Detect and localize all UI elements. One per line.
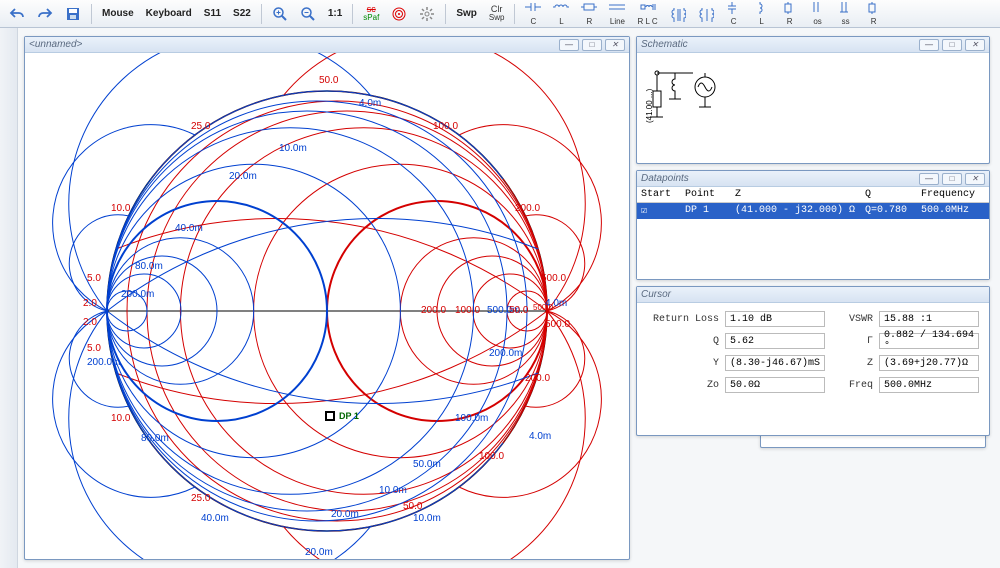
chart-title: <unnamed>: [29, 39, 82, 50]
close-icon[interactable]: ✕: [965, 173, 985, 185]
datapoints-header: Start Point Z Q Frequency: [637, 187, 989, 203]
save-button[interactable]: [60, 3, 86, 25]
freq-value[interactable]: 500.0MHz: [879, 377, 979, 393]
component-r-button[interactable]: R: [576, 3, 602, 25]
clr-swp-button[interactable]: ClrSwp: [484, 3, 510, 25]
main-toolbar: Mouse Keyboard S11 S22 1:1 scsPaf Swp Cl…: [0, 0, 1000, 28]
zoom-reset-button[interactable]: 1:1: [323, 3, 347, 25]
component-c-button[interactable]: C: [520, 3, 546, 25]
component-shunt-r3-button[interactable]: R: [861, 3, 887, 25]
zoom-out-button[interactable]: [295, 3, 321, 25]
minimize-icon[interactable]: —: [559, 39, 579, 51]
datapoint-start-checkbox[interactable]: ☑: [641, 205, 685, 217]
smith-chart-panel: <unnamed> — □ ✕: [24, 36, 630, 560]
z-label: Z: [831, 358, 873, 369]
component-line-button[interactable]: Line: [604, 3, 630, 25]
component-short-stub-button[interactable]: ss: [833, 3, 859, 25]
component-l-button[interactable]: L: [548, 3, 574, 25]
sc-spaf-button[interactable]: scsPaf: [358, 3, 384, 25]
zo-label: Zo: [647, 380, 719, 391]
datapoints-title: Datapoints: [641, 173, 689, 184]
close-icon[interactable]: ✕: [965, 39, 985, 51]
vswr-value[interactable]: 15.88 :1: [879, 311, 979, 327]
cursor-title: Cursor: [641, 289, 671, 300]
maximize-icon[interactable]: □: [942, 173, 962, 185]
gamma-label: Γ: [831, 336, 873, 347]
cursor-titlebar[interactable]: Cursor: [637, 287, 989, 303]
schematic-titlebar[interactable]: Schematic — □ ✕: [637, 37, 989, 53]
schematic-panel: Schematic — □ ✕: [636, 36, 990, 164]
datapoint-row[interactable]: ☑ DP 1 (41.000 - j32.000) Ω Q=0.780 500.…: [637, 203, 989, 219]
mouse-mode-button[interactable]: Mouse: [97, 3, 139, 25]
freq-label: Freq: [831, 380, 873, 391]
target-button[interactable]: [386, 3, 412, 25]
vswr-label: VSWR: [831, 314, 873, 325]
gear-button[interactable]: [414, 3, 440, 25]
vertical-ruler: [0, 28, 18, 568]
component-shunt-l-button[interactable]: L: [749, 3, 775, 25]
datapoints-titlebar[interactable]: Datapoints — □ ✕: [637, 171, 989, 187]
component-transformer1-button[interactable]: [665, 3, 691, 25]
swp-button[interactable]: Swp: [451, 3, 482, 25]
return-loss-label: Return Loss: [647, 314, 719, 325]
maximize-icon[interactable]: □: [942, 39, 962, 51]
component-transformer2-button[interactable]: [693, 3, 719, 25]
gamma-value[interactable]: 0.882 / 134.694 °: [879, 333, 979, 349]
q-value[interactable]: 5.62: [725, 333, 825, 349]
redo-button[interactable]: [32, 3, 58, 25]
minimize-icon[interactable]: —: [919, 39, 939, 51]
cursor-panel: Cursor Return Loss 1.10 dB VSWR 15.88 :1…: [636, 286, 990, 436]
y-label: Y: [647, 358, 719, 369]
minimize-icon[interactable]: —: [919, 173, 939, 185]
component-shunt-c-button[interactable]: C: [721, 3, 747, 25]
component-open-stub-button[interactable]: os: [805, 3, 831, 25]
datapoints-panel: Datapoints — □ ✕ Start Point Z Q Frequen…: [636, 170, 990, 280]
schematic-title: Schematic: [641, 39, 688, 50]
schematic-value: (41.00 ...): [645, 89, 654, 123]
chart-titlebar[interactable]: <unnamed> — □ ✕: [25, 37, 629, 53]
undo-button[interactable]: [4, 3, 30, 25]
datapoint-marker[interactable]: [325, 411, 335, 421]
component-rlc-button[interactable]: R L C: [632, 3, 662, 25]
s11-button[interactable]: S11: [199, 3, 226, 25]
schematic-canvas[interactable]: (41.00 ...): [637, 53, 989, 163]
maximize-icon[interactable]: □: [582, 39, 602, 51]
z-value[interactable]: (3.69+j20.77)Ω: [879, 355, 979, 371]
workspace: <unnamed> — □ ✕: [0, 28, 1000, 568]
s22-button[interactable]: S22: [228, 3, 256, 25]
q-label: Q: [647, 336, 719, 347]
datapoint-marker-label: DP 1: [339, 411, 359, 421]
component-shunt-r-button[interactable]: R: [777, 3, 803, 25]
y-value[interactable]: (8.30-j46.67)mS: [725, 355, 825, 371]
zoom-in-button[interactable]: [267, 3, 293, 25]
close-icon[interactable]: ✕: [605, 39, 625, 51]
smith-chart[interactable]: 50.0 25.0 100.0 10.0 200.0 5.0 500.0 2.0…: [25, 53, 629, 559]
zo-value[interactable]: 50.0Ω: [725, 377, 825, 393]
keyboard-mode-button[interactable]: Keyboard: [141, 3, 197, 25]
return-loss-value[interactable]: 1.10 dB: [725, 311, 825, 327]
